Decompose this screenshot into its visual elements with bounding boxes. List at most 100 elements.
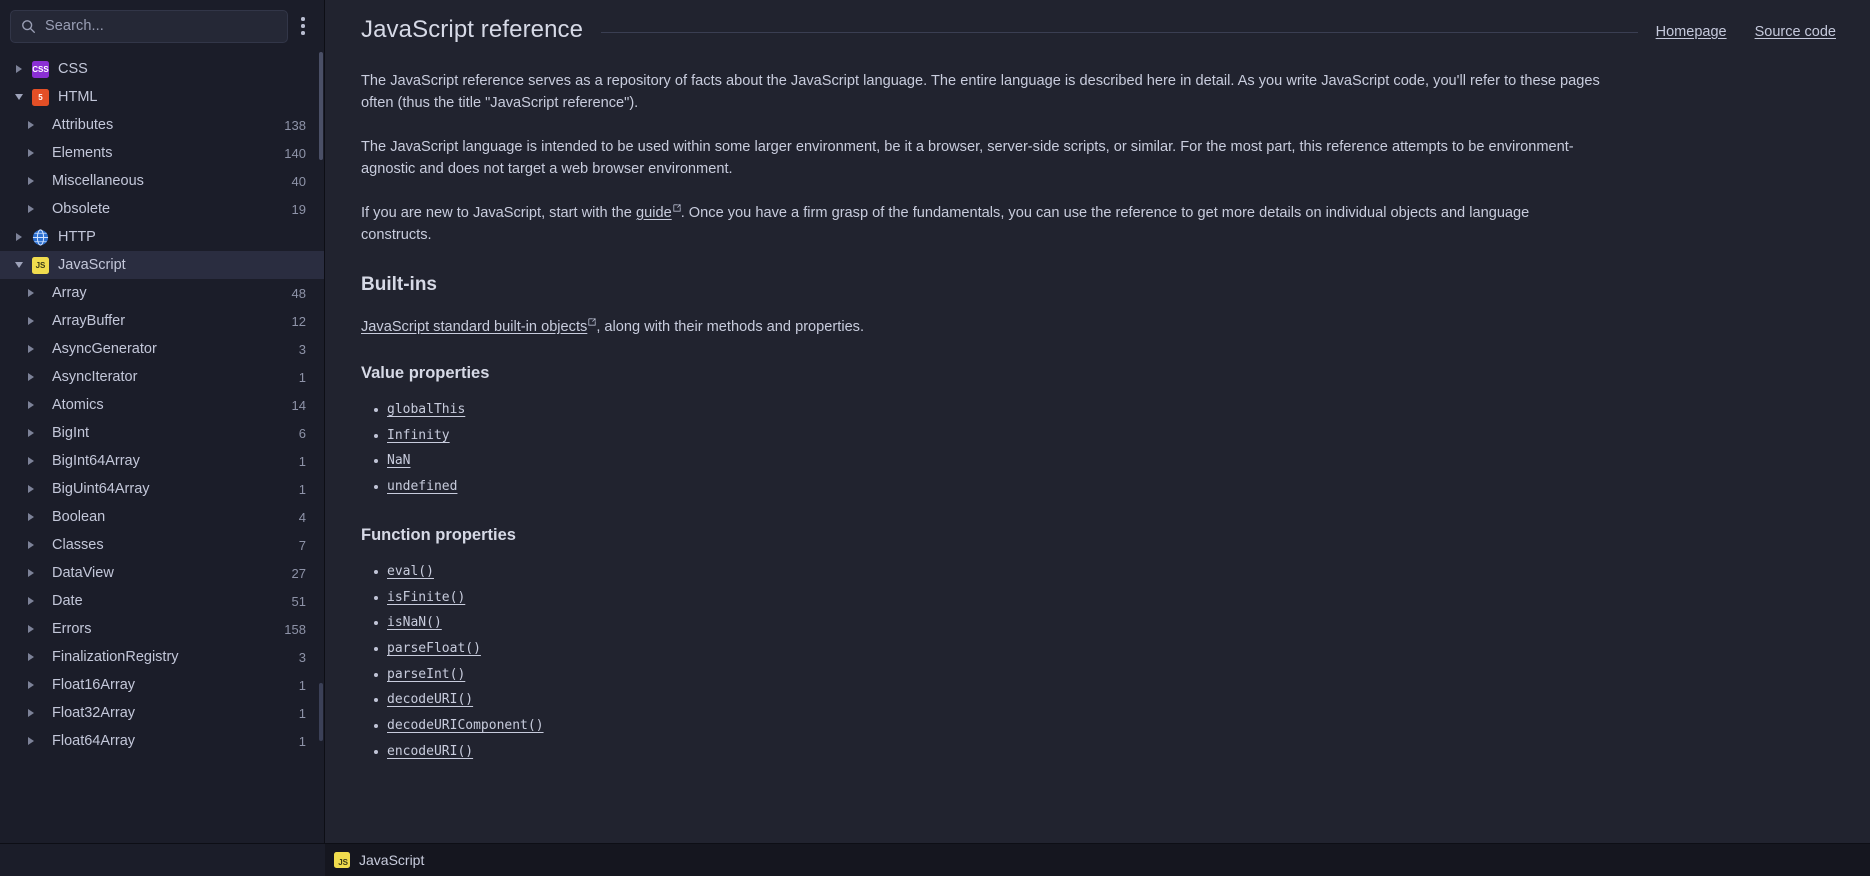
sidebar-item-bigint[interactable]: BigInt 6 [0, 419, 324, 447]
chevron-down-icon[interactable] [10, 83, 28, 111]
sidebar-item-errors[interactable]: Errors 158 [0, 615, 324, 643]
sidebar-item-count: 138 [284, 117, 306, 133]
chevron-right-icon[interactable] [22, 139, 40, 167]
chevron-right-icon[interactable] [10, 223, 28, 251]
value-properties-heading: Value properties [361, 364, 490, 382]
sidebar-item-float64array[interactable]: Float64Array 1 [0, 727, 324, 755]
list-item: isFinite() [374, 585, 1836, 611]
value-property-link[interactable]: undefined [387, 479, 457, 494]
sidebar-item-date[interactable]: Date 51 [0, 587, 324, 615]
homepage-link[interactable]: Homepage [1656, 24, 1727, 40]
chevron-right-icon[interactable] [10, 55, 28, 83]
chevron-right-icon[interactable] [22, 727, 40, 755]
function-property-link[interactable]: decodeURIComponent() [387, 718, 544, 733]
kebab-menu-icon[interactable] [288, 10, 318, 43]
chevron-right-icon[interactable] [22, 531, 40, 559]
builtins-paragraph: JavaScript standard built-in objects , al… [361, 316, 1836, 338]
sidebar-item-float16array[interactable]: Float16Array 1 [0, 671, 324, 699]
chevron-right-icon[interactable] [22, 447, 40, 475]
sidebar-item-label: Date [52, 593, 83, 609]
chevron-right-icon[interactable] [22, 475, 40, 503]
chevron-right-icon[interactable] [22, 671, 40, 699]
search-input[interactable]: Search... [10, 9, 288, 43]
sidebar-item-javascript[interactable]: JS JavaScript [0, 251, 324, 279]
chevron-right-icon[interactable] [22, 699, 40, 727]
value-property-link[interactable]: Infinity [387, 428, 450, 443]
guide-link[interactable]: guide [636, 205, 672, 221]
sidebar-item-atomics[interactable]: Atomics 14 [0, 391, 324, 419]
sidebar-item-biguint64array[interactable]: BigUint64Array 1 [0, 475, 324, 503]
standard-builtin-objects-link[interactable]: JavaScript standard built-in objects [361, 319, 587, 335]
chevron-right-icon[interactable] [22, 307, 40, 335]
sidebar-item-boolean[interactable]: Boolean 4 [0, 503, 324, 531]
sidebar-item-count: 4 [298, 509, 306, 525]
sidebar-item-array[interactable]: Array 48 [0, 279, 324, 307]
js-icon: JS [32, 256, 49, 274]
status-bar-sidebar-filler [0, 843, 325, 876]
sidebar-item-asyncgenerator[interactable]: AsyncGenerator 3 [0, 335, 324, 363]
chevron-right-icon[interactable] [22, 503, 40, 531]
sidebar-scrollbar-thumb[interactable] [319, 52, 323, 160]
function-property-link[interactable]: isFinite() [387, 590, 465, 605]
list-item: Infinity [374, 423, 1836, 449]
value-property-link[interactable]: NaN [387, 453, 410, 468]
list-item: decodeURIComponent() [374, 713, 1836, 739]
sidebar-item-count: 3 [298, 649, 306, 665]
list-item: undefined [374, 474, 1836, 500]
sidebar-item-attributes[interactable]: Attributes 138 [0, 111, 324, 139]
function-property-link[interactable]: parseFloat() [387, 641, 481, 656]
chevron-right-icon[interactable] [22, 559, 40, 587]
sidebar-item-http[interactable]: HTTP [0, 223, 324, 251]
chevron-right-icon[interactable] [22, 419, 40, 447]
sidebar-item-elements[interactable]: Elements 140 [0, 139, 324, 167]
sidebar-item-label: Float32Array [52, 705, 136, 721]
sidebar-item-finalizationregistry[interactable]: FinalizationRegistry 3 [0, 643, 324, 671]
sidebar-item-count: 19 [291, 201, 306, 217]
function-property-link[interactable]: eval() [387, 564, 434, 579]
chevron-right-icon[interactable] [22, 279, 40, 307]
docset-tree[interactable]: CSS CSS 5 HTML Attributes 138 Elements 140 Misce… [0, 52, 324, 843]
sidebar-item-label: ArrayBuffer [52, 313, 126, 329]
function-property-link[interactable]: isNaN() [387, 615, 442, 630]
sidebar-item-dataview[interactable]: DataView 27 [0, 559, 324, 587]
sidebar-item-css[interactable]: CSS CSS [0, 55, 324, 83]
intro-paragraph-1: The JavaScript reference serves as a rep… [361, 73, 1600, 111]
sidebar: Search... CSS CSS 5 HTML Attributes 138 Elemen… [0, 0, 325, 843]
sidebar-item-count: 3 [298, 341, 306, 357]
external-link-icon [588, 318, 596, 326]
chevron-right-icon[interactable] [22, 587, 40, 615]
chevron-right-icon[interactable] [22, 363, 40, 391]
html5-icon: 5 [32, 88, 49, 106]
sidebar-item-classes[interactable]: Classes 7 [0, 531, 324, 559]
sidebar-item-float32array[interactable]: Float32Array 1 [0, 699, 324, 727]
sidebar-item-label: CSS [58, 61, 88, 77]
function-property-link[interactable]: encodeURI() [387, 744, 473, 759]
chevron-right-icon[interactable] [22, 391, 40, 419]
page-header-links: Homepage Source code [1656, 24, 1836, 40]
chevron-down-icon[interactable] [10, 251, 28, 279]
sidebar-item-asynciterator[interactable]: AsyncIterator 1 [0, 363, 324, 391]
sidebar-item-count: 1 [298, 481, 306, 497]
chevron-right-icon[interactable] [22, 167, 40, 195]
chevron-right-icon[interactable] [22, 615, 40, 643]
list-item: eval() [374, 559, 1836, 585]
chevron-right-icon[interactable] [22, 111, 40, 139]
sidebar-item-count: 40 [291, 173, 306, 189]
sidebar-item-arraybuffer[interactable]: ArrayBuffer 12 [0, 307, 324, 335]
function-property-link[interactable]: decodeURI() [387, 692, 473, 707]
value-property-link[interactable]: globalThis [387, 402, 465, 417]
source-code-link[interactable]: Source code [1755, 24, 1836, 40]
sidebar-item-miscellaneous[interactable]: Miscellaneous 40 [0, 167, 324, 195]
sidebar-item-bigint64array[interactable]: BigInt64Array 1 [0, 447, 324, 475]
sidebar-item-html[interactable]: 5 HTML [0, 83, 324, 111]
chevron-right-icon[interactable] [22, 643, 40, 671]
function-property-link[interactable]: parseInt() [387, 667, 465, 682]
sidebar-item-label: FinalizationRegistry [52, 649, 179, 665]
sidebar-item-label: HTML [58, 89, 98, 105]
sidebar-item-count: 14 [291, 397, 306, 413]
sidebar-item-obsolete[interactable]: Obsolete 19 [0, 195, 324, 223]
chevron-right-icon[interactable] [22, 335, 40, 363]
chevron-right-icon[interactable] [22, 195, 40, 223]
list-item: parseFloat() [374, 636, 1836, 662]
sidebar-scrollbar-thumb-secondary[interactable] [319, 683, 323, 741]
